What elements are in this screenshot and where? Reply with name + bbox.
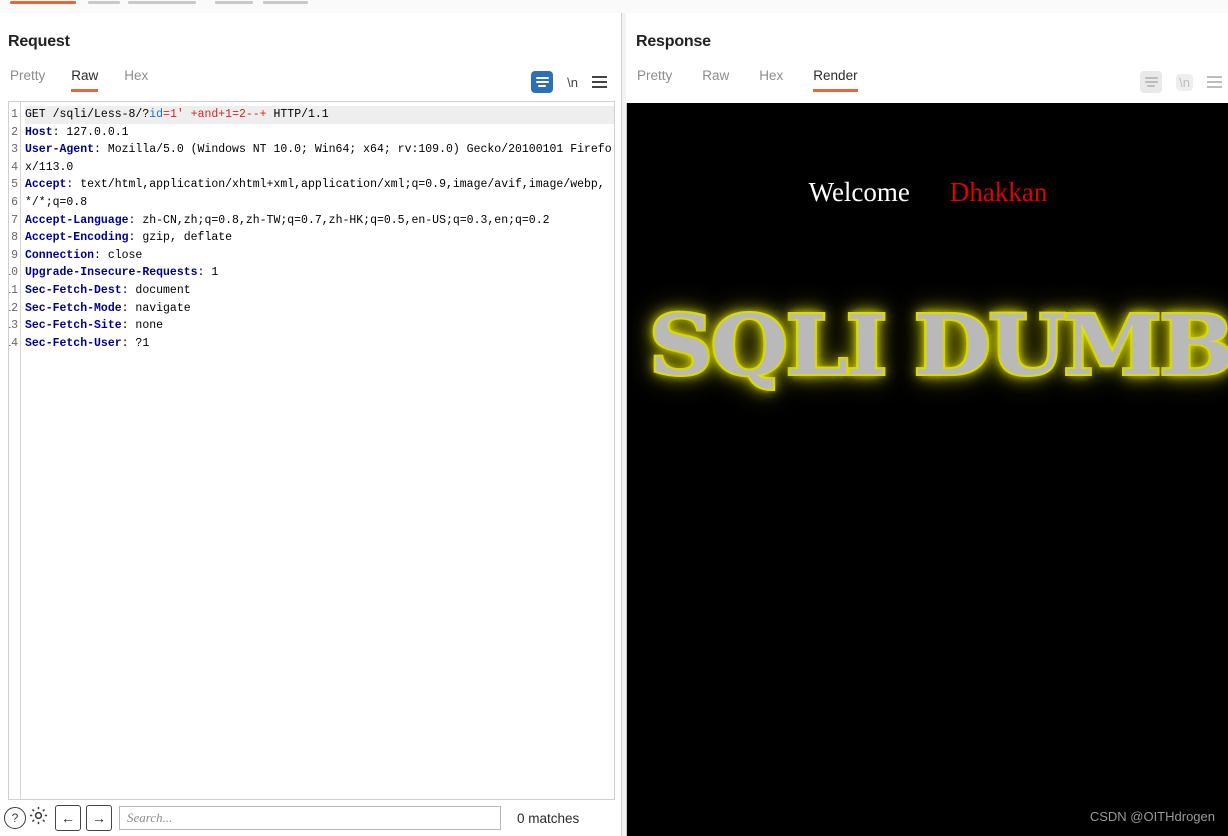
line-number: 13 [9,319,18,333]
word-wrap-icon[interactable] [531,71,554,93]
response-tab-render[interactable]: Render [813,64,858,92]
line-number: 3 [11,143,18,157]
line-number: 14 [9,336,18,350]
request-line: Accept-Encoding: gzip, deflate [25,229,614,247]
request-raw-editor[interactable]: 1234567891011121314 GET /sqli/Less-8/?id… [8,101,615,800]
request-token-plain: : gzip, deflate [128,231,233,245]
response-tab-pretty[interactable]: Pretty [637,64,672,92]
gear-icon[interactable] [28,805,49,831]
line-number: 10 [9,266,18,280]
request-raw-text[interactable]: GET /sqli/Less-8/?id=1' +and+1=2--+ HTTP… [21,102,614,799]
request-line: Accept-Language: zh-CN,zh;q=0.8,zh-TW;q=… [25,212,614,230]
tab-underline-4[interactable] [215,1,253,4]
line-number: 6 [11,195,18,209]
top-tab-strip [0,0,1228,14]
tab-underline-2[interactable] [88,1,120,4]
request-token-param: id [149,108,164,121]
request-bottom-toolbar[interactable]: ? ← → Search... 0 matches [0,800,621,836]
request-line: Sec-Fetch-User: ?1 [25,335,614,353]
menu-icon[interactable] [1207,76,1222,88]
request-token-hdr: Connection [25,248,95,262]
request-line: User-Agent: Mozilla/5.0 (Windows NT 10.0… [25,141,614,176]
match-count-label: 0 matches [517,810,580,826]
request-token-hdr: Host [25,125,53,139]
request-token-inject: +and+1=2--+ [190,108,267,121]
search-next-button[interactable]: → [86,805,112,831]
watermark-label: CSDN @OITHdrogen [1089,809,1215,824]
response-tool-icons[interactable]: \n [1140,71,1222,93]
request-token-plain: : document [121,283,191,297]
request-token-plain: : close [94,248,143,262]
request-panel: Request Pretty Raw Hex \n 12345678910111… [0,13,621,836]
request-token-inject: =1' [163,108,184,121]
request-token-plain: GET /sqli/Less-8/? [25,108,150,121]
request-token-plain: : ?1 [121,336,150,350]
request-token-hdr: Sec-Fetch-Dest [25,283,122,297]
request-token-hdr: Sec-Fetch-User [25,336,122,350]
request-token-hdr: User-Agent [25,143,95,157]
request-token-plain [184,108,191,121]
line-number: 9 [11,248,18,262]
request-tab-pretty[interactable]: Pretty [10,64,45,92]
tab-underline-3[interactable] [128,1,196,4]
line-number: 5 [11,178,18,192]
request-panel-title: Request [8,33,70,50]
line-number: 12 [9,301,18,315]
response-panel: Response Pretty Raw Hex Render \n Welcom… [626,13,1228,836]
newline-icon[interactable]: \n [567,75,578,90]
render-username-text: Dhakkan [949,177,1048,207]
request-line: Connection: close [25,247,614,265]
request-token-plain: : zh-CN,zh;q=0.8,zh-TW;q=0.7,zh-HK;q=0.5… [128,213,550,227]
tab-underline-1[interactable] [10,1,76,4]
request-token-hdr: Accept [25,178,67,192]
word-wrap-icon[interactable] [1140,71,1163,93]
help-icon[interactable]: ? [4,807,26,829]
line-number: 4 [11,160,18,174]
request-token-plain: : none [121,319,164,333]
request-line: GET /sqli/Less-8/?id=1' +and+1=2--+ HTTP… [25,106,614,124]
request-line-number-gutter: 1234567891011121314 [9,102,21,799]
search-input[interactable]: Search... [119,806,501,830]
request-line: Upgrade-Insecure-Requests: 1 [25,264,614,282]
line-number: 7 [11,213,18,227]
request-line: Host: 127.0.0.1 [25,124,614,142]
request-token-plain: : 127.0.0.1 [52,125,129,139]
response-tabbar[interactable]: Pretty Raw Hex Render [626,64,1228,96]
request-token-plain: : 1 [197,266,219,280]
request-token-plain: : navigate [121,301,191,315]
request-token-hdr: Upgrade-Insecure-Requests [25,266,198,280]
request-token-hdr: Accept-Language [25,213,129,227]
request-line: Sec-Fetch-Site: none [25,317,614,335]
request-token-hdr: Sec-Fetch-Site [25,319,122,333]
tab-underline-5[interactable] [263,1,308,4]
request-tab-raw[interactable]: Raw [71,64,99,92]
render-welcome-text: Welcome [808,177,910,207]
request-tabbar[interactable]: Pretty Raw Hex [0,64,621,96]
request-tool-icons[interactable]: \n [531,71,607,93]
request-token-plain: : Mozilla/5.0 (Windows NT 10.0; Win64; x… [25,143,612,174]
response-panel-title: Response [636,33,711,50]
request-token-plain: : text/html,application/xhtml+xml,applic… [25,178,605,209]
response-tab-raw[interactable]: Raw [702,64,729,92]
response-render-frame: Welcome Dhakkan SQLI DUMB CSDN @OITHdroge… [626,103,1228,836]
request-line: Accept: text/html,application/xhtml+xml,… [25,176,614,211]
line-number: 8 [11,231,18,245]
request-line: Sec-Fetch-Dest: document [25,282,614,300]
menu-icon[interactable] [592,76,607,88]
request-line: Sec-Fetch-Mode: navigate [25,300,614,318]
response-tab-hex[interactable]: Hex [759,64,783,92]
request-token-plain: HTTP/1.1 [266,108,329,121]
render-welcome-line: Welcome Dhakkan [627,177,1228,208]
search-previous-button[interactable]: ← [55,805,81,831]
line-number: 1 [11,108,18,121]
request-token-hdr: Sec-Fetch-Mode [25,301,122,315]
request-tab-hex[interactable]: Hex [124,64,148,92]
line-number: 11 [9,283,18,297]
newline-icon[interactable]: \n [1176,73,1193,91]
request-token-hdr: Accept-Encoding [25,231,129,245]
render-sqli-dumb-logo: SQLI DUMB [647,296,1228,396]
line-number: 2 [11,125,18,139]
